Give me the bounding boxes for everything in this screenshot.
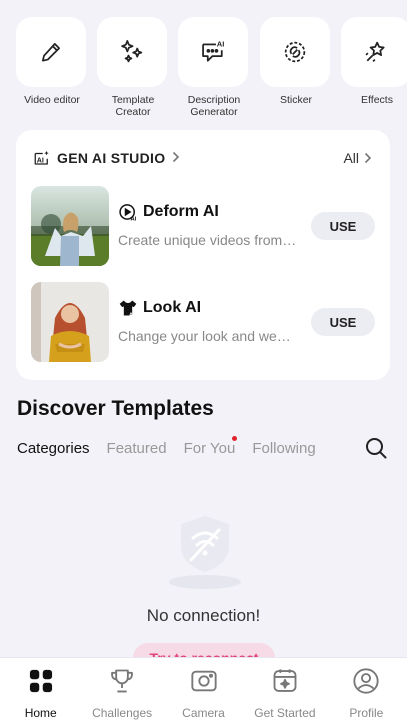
gen-ai-studio-title: GEN AI STUDIO <box>57 150 166 166</box>
gen-ai-studio-header[interactable]: AI GEN AI STUDIO All <box>33 148 372 168</box>
trophy-icon <box>111 669 133 693</box>
tool-effects-tile[interactable] <box>341 17 407 87</box>
no-connection-message: No connection! <box>146 606 261 625</box>
tool-description-generator-tile[interactable]: AI <box>178 17 248 87</box>
nav-profile[interactable]: Profile <box>326 658 407 724</box>
nav-challenges-label: Challenges <box>92 706 153 720</box>
notification-dot <box>232 436 238 441</box>
ai-chat-icon: AI <box>202 39 225 62</box>
deform-ai-name: Deform AI <box>143 203 219 220</box>
tool-template-creator-tile[interactable] <box>97 17 167 87</box>
svg-text:AI: AI <box>129 312 135 318</box>
tool-label: Sticker <box>279 94 313 106</box>
see-all-label: All <box>343 150 359 166</box>
tool-label: Template Creator <box>111 94 155 118</box>
nav-camera[interactable]: Camera <box>163 658 244 724</box>
chevron-right-icon <box>171 151 180 166</box>
svg-text:AI: AI <box>37 157 44 165</box>
deform-ai-use-button[interactable]: USE <box>311 212 375 240</box>
gen-ai-studio-card: AI GEN AI STUDIO All AI Deform AI Create… <box>16 130 390 380</box>
tab-for-you-label: For You <box>183 440 236 457</box>
camera-icon <box>190 670 217 692</box>
tab-categories[interactable]: Categories <box>17 440 90 460</box>
search-button[interactable] <box>364 436 388 460</box>
nav-home[interactable]: Home <box>0 658 81 724</box>
tab-featured[interactable]: Featured <box>107 440 167 460</box>
svg-text:AI: AI <box>217 39 225 48</box>
see-all-link[interactable]: All <box>343 150 372 166</box>
look-ai-description: Change your look and wear new outfits <box>118 328 298 344</box>
look-ai-item[interactable]: AI Look AI Change your look and wear new… <box>31 282 375 362</box>
svg-text:AI: AI <box>131 216 137 222</box>
pencil-icon <box>42 43 60 62</box>
template-tabs: Categories Featured For You Following <box>17 436 316 460</box>
nav-home-label: Home <box>24 706 57 720</box>
sticker-icon <box>284 41 306 63</box>
nav-profile-label: Profile <box>349 706 384 720</box>
nav-get-started[interactable]: Get Started <box>244 658 325 724</box>
look-ai-name: Look AI <box>143 299 202 316</box>
nav-camera-label: Camera <box>182 706 225 720</box>
home-grid-icon <box>29 669 52 693</box>
look-ai-use-button[interactable]: USE <box>311 308 375 336</box>
deform-ai-description: Create unique videos from your photos <box>118 232 298 248</box>
play-ai-icon: AI <box>119 204 137 222</box>
deform-ai-item[interactable]: AI Deform AI Create unique videos from y… <box>31 186 375 266</box>
bottom-nav: Home Challenges Camera Get Started Profi… <box>0 657 407 724</box>
look-ai-thumbnail <box>31 282 109 362</box>
deform-ai-title: AI Deform AI <box>118 202 219 222</box>
tool-label: Description Generator <box>187 94 241 118</box>
discover-templates-title: Discover Templates <box>17 397 214 420</box>
deform-ai-thumbnail <box>31 186 109 266</box>
profile-icon <box>353 668 379 694</box>
look-ai-title: AI Look AI <box>118 298 201 318</box>
tool-label: Effects <box>361 94 393 106</box>
nav-challenges[interactable]: Challenges <box>81 658 162 724</box>
nav-get-started-label: Get Started <box>254 706 316 720</box>
tab-following[interactable]: Following <box>252 440 315 460</box>
no-connection-illustration <box>165 510 245 592</box>
sparkles-icon <box>121 40 143 63</box>
tab-for-you[interactable]: For You <box>183 436 238 460</box>
tool-sticker-tile[interactable] <box>260 17 330 87</box>
search-icon <box>366 438 387 459</box>
calendar-sparkle-icon <box>273 669 297 692</box>
star-effects-icon <box>365 41 385 62</box>
tool-label: Video editor <box>24 94 80 106</box>
chevron-right-icon <box>364 152 372 164</box>
ai-studio-icon: AI <box>34 150 49 165</box>
tools-row: Video editor Template Creator AI Descrip… <box>0 0 407 125</box>
shirt-ai-icon: AI <box>119 300 137 318</box>
tool-video-editor-tile[interactable] <box>16 17 86 87</box>
